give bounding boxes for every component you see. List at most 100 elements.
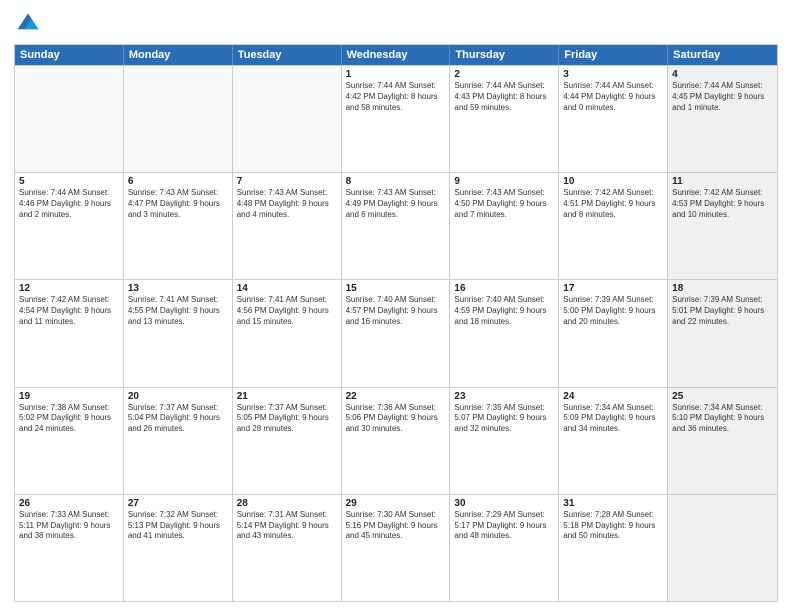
cell-text: Sunrise: 7:37 AM Sunset: 5:04 PM Dayligh…	[128, 403, 228, 435]
calendar-row: 5Sunrise: 7:44 AM Sunset: 4:46 PM Daylig…	[15, 172, 777, 279]
weekday-header: Monday	[124, 45, 233, 65]
day-number: 30	[454, 498, 554, 509]
calendar-cell: 23Sunrise: 7:35 AM Sunset: 5:07 PM Dayli…	[450, 388, 559, 494]
cell-text: Sunrise: 7:44 AM Sunset: 4:42 PM Dayligh…	[346, 81, 446, 113]
calendar-cell: 29Sunrise: 7:30 AM Sunset: 5:16 PM Dayli…	[342, 495, 451, 601]
calendar-cell: 13Sunrise: 7:41 AM Sunset: 4:55 PM Dayli…	[124, 280, 233, 386]
logo-icon	[14, 10, 42, 38]
cell-text: Sunrise: 7:40 AM Sunset: 4:59 PM Dayligh…	[454, 295, 554, 327]
calendar-cell: 15Sunrise: 7:40 AM Sunset: 4:57 PM Dayli…	[342, 280, 451, 386]
cell-text: Sunrise: 7:30 AM Sunset: 5:16 PM Dayligh…	[346, 510, 446, 542]
cell-text: Sunrise: 7:42 AM Sunset: 4:51 PM Dayligh…	[563, 188, 663, 220]
day-number: 14	[237, 283, 337, 294]
calendar-cell: 25Sunrise: 7:34 AM Sunset: 5:10 PM Dayli…	[668, 388, 777, 494]
calendar-row: 1Sunrise: 7:44 AM Sunset: 4:42 PM Daylig…	[15, 65, 777, 172]
cell-text: Sunrise: 7:31 AM Sunset: 5:14 PM Dayligh…	[237, 510, 337, 542]
day-number: 22	[346, 391, 446, 402]
cell-text: Sunrise: 7:35 AM Sunset: 5:07 PM Dayligh…	[454, 403, 554, 435]
day-number: 29	[346, 498, 446, 509]
calendar-cell: 27Sunrise: 7:32 AM Sunset: 5:13 PM Dayli…	[124, 495, 233, 601]
calendar-cell: 2Sunrise: 7:44 AM Sunset: 4:43 PM Daylig…	[450, 66, 559, 172]
calendar-row: 19Sunrise: 7:38 AM Sunset: 5:02 PM Dayli…	[15, 387, 777, 494]
day-number: 13	[128, 283, 228, 294]
day-number: 19	[19, 391, 119, 402]
calendar-cell	[124, 66, 233, 172]
calendar-cell: 1Sunrise: 7:44 AM Sunset: 4:42 PM Daylig…	[342, 66, 451, 172]
day-number: 23	[454, 391, 554, 402]
day-number: 27	[128, 498, 228, 509]
cell-text: Sunrise: 7:33 AM Sunset: 5:11 PM Dayligh…	[19, 510, 119, 542]
cell-text: Sunrise: 7:42 AM Sunset: 4:54 PM Dayligh…	[19, 295, 119, 327]
weekday-header: Tuesday	[233, 45, 342, 65]
cell-text: Sunrise: 7:44 AM Sunset: 4:43 PM Dayligh…	[454, 81, 554, 113]
cell-text: Sunrise: 7:32 AM Sunset: 5:13 PM Dayligh…	[128, 510, 228, 542]
calendar-cell: 22Sunrise: 7:36 AM Sunset: 5:06 PM Dayli…	[342, 388, 451, 494]
calendar-cell	[668, 495, 777, 601]
calendar-cell: 10Sunrise: 7:42 AM Sunset: 4:51 PM Dayli…	[559, 173, 668, 279]
calendar-cell: 12Sunrise: 7:42 AM Sunset: 4:54 PM Dayli…	[15, 280, 124, 386]
day-number: 4	[672, 69, 773, 80]
calendar-cell: 9Sunrise: 7:43 AM Sunset: 4:50 PM Daylig…	[450, 173, 559, 279]
cell-text: Sunrise: 7:44 AM Sunset: 4:45 PM Dayligh…	[672, 81, 773, 113]
day-number: 20	[128, 391, 228, 402]
cell-text: Sunrise: 7:43 AM Sunset: 4:49 PM Dayligh…	[346, 188, 446, 220]
weekday-header: Friday	[559, 45, 668, 65]
calendar: SundayMondayTuesdayWednesdayThursdayFrid…	[14, 44, 778, 602]
cell-text: Sunrise: 7:28 AM Sunset: 5:18 PM Dayligh…	[563, 510, 663, 542]
calendar-cell: 21Sunrise: 7:37 AM Sunset: 5:05 PM Dayli…	[233, 388, 342, 494]
cell-text: Sunrise: 7:42 AM Sunset: 4:53 PM Dayligh…	[672, 188, 773, 220]
calendar-cell: 4Sunrise: 7:44 AM Sunset: 4:45 PM Daylig…	[668, 66, 777, 172]
cell-text: Sunrise: 7:43 AM Sunset: 4:50 PM Dayligh…	[454, 188, 554, 220]
cell-text: Sunrise: 7:39 AM Sunset: 5:01 PM Dayligh…	[672, 295, 773, 327]
calendar-cell: 18Sunrise: 7:39 AM Sunset: 5:01 PM Dayli…	[668, 280, 777, 386]
day-number: 5	[19, 176, 119, 187]
cell-text: Sunrise: 7:36 AM Sunset: 5:06 PM Dayligh…	[346, 403, 446, 435]
day-number: 1	[346, 69, 446, 80]
cell-text: Sunrise: 7:44 AM Sunset: 4:46 PM Dayligh…	[19, 188, 119, 220]
day-number: 3	[563, 69, 663, 80]
calendar-body: 1Sunrise: 7:44 AM Sunset: 4:42 PM Daylig…	[15, 65, 777, 601]
calendar-header: SundayMondayTuesdayWednesdayThursdayFrid…	[15, 45, 777, 65]
weekday-header: Thursday	[450, 45, 559, 65]
day-number: 18	[672, 283, 773, 294]
calendar-row: 12Sunrise: 7:42 AM Sunset: 4:54 PM Dayli…	[15, 279, 777, 386]
calendar-cell: 14Sunrise: 7:41 AM Sunset: 4:56 PM Dayli…	[233, 280, 342, 386]
calendar-cell: 8Sunrise: 7:43 AM Sunset: 4:49 PM Daylig…	[342, 173, 451, 279]
day-number: 26	[19, 498, 119, 509]
weekday-header: Saturday	[668, 45, 777, 65]
calendar-cell: 28Sunrise: 7:31 AM Sunset: 5:14 PM Dayli…	[233, 495, 342, 601]
day-number: 2	[454, 69, 554, 80]
day-number: 12	[19, 283, 119, 294]
day-number: 28	[237, 498, 337, 509]
cell-text: Sunrise: 7:40 AM Sunset: 4:57 PM Dayligh…	[346, 295, 446, 327]
day-number: 31	[563, 498, 663, 509]
cell-text: Sunrise: 7:34 AM Sunset: 5:10 PM Dayligh…	[672, 403, 773, 435]
calendar-cell	[233, 66, 342, 172]
cell-text: Sunrise: 7:43 AM Sunset: 4:47 PM Dayligh…	[128, 188, 228, 220]
day-number: 9	[454, 176, 554, 187]
logo	[14, 10, 46, 38]
day-number: 11	[672, 176, 773, 187]
calendar-cell: 17Sunrise: 7:39 AM Sunset: 5:00 PM Dayli…	[559, 280, 668, 386]
page: SundayMondayTuesdayWednesdayThursdayFrid…	[0, 0, 792, 612]
cell-text: Sunrise: 7:39 AM Sunset: 5:00 PM Dayligh…	[563, 295, 663, 327]
cell-text: Sunrise: 7:41 AM Sunset: 4:56 PM Dayligh…	[237, 295, 337, 327]
calendar-cell: 6Sunrise: 7:43 AM Sunset: 4:47 PM Daylig…	[124, 173, 233, 279]
weekday-header: Sunday	[15, 45, 124, 65]
cell-text: Sunrise: 7:38 AM Sunset: 5:02 PM Dayligh…	[19, 403, 119, 435]
day-number: 7	[237, 176, 337, 187]
header	[14, 10, 778, 38]
calendar-row: 26Sunrise: 7:33 AM Sunset: 5:11 PM Dayli…	[15, 494, 777, 601]
weekday-header: Wednesday	[342, 45, 451, 65]
day-number: 16	[454, 283, 554, 294]
day-number: 6	[128, 176, 228, 187]
day-number: 15	[346, 283, 446, 294]
calendar-cell: 20Sunrise: 7:37 AM Sunset: 5:04 PM Dayli…	[124, 388, 233, 494]
day-number: 10	[563, 176, 663, 187]
day-number: 8	[346, 176, 446, 187]
cell-text: Sunrise: 7:34 AM Sunset: 5:09 PM Dayligh…	[563, 403, 663, 435]
cell-text: Sunrise: 7:44 AM Sunset: 4:44 PM Dayligh…	[563, 81, 663, 113]
calendar-cell: 26Sunrise: 7:33 AM Sunset: 5:11 PM Dayli…	[15, 495, 124, 601]
calendar-cell	[15, 66, 124, 172]
day-number: 21	[237, 391, 337, 402]
